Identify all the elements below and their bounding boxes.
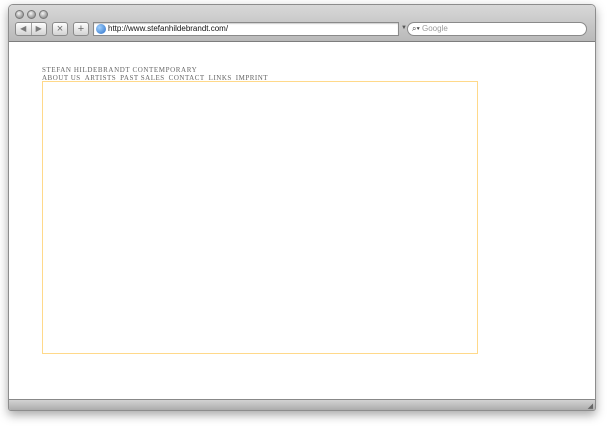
close-window-button[interactable] <box>15 10 24 19</box>
address-input[interactable]: http://www.stefanhildebrandt.com/ <box>108 23 228 35</box>
zoom-window-button[interactable] <box>39 10 48 19</box>
content-frame <box>42 81 478 354</box>
address-bar[interactable]: http://www.stefanhildebrandt.com/ <box>93 22 399 36</box>
stop-button[interactable]: × <box>52 22 68 36</box>
page-content: STEFAN HILDEBRANDT CONTEMPORARY ABOUT US… <box>9 42 595 399</box>
browser-toolbar: ◀ ▶ × + http://www.stefanhildebrandt.com… <box>9 5 595 42</box>
site-title[interactable]: STEFAN HILDEBRANDT CONTEMPORARY <box>42 66 197 74</box>
search-placeholder: Google <box>422 24 448 33</box>
magnifier-icon[interactable]: ⌕▾ <box>412 23 420 35</box>
back-forward-buttons: ◀ ▶ <box>15 22 47 36</box>
browser-window: ◀ ▶ × + http://www.stefanhildebrandt.com… <box>8 4 596 411</box>
plus-icon: + <box>77 23 85 35</box>
forward-arrow-icon[interactable]: ▶ <box>30 23 47 35</box>
resize-grip-icon[interactable]: ◢ <box>588 402 593 410</box>
close-icon: × <box>56 23 64 35</box>
search-field[interactable]: ⌕▾ Google <box>407 22 587 36</box>
minimize-window-button[interactable] <box>27 10 36 19</box>
status-bar: ◢ <box>9 399 595 410</box>
globe-icon <box>96 24 106 34</box>
back-arrow-icon[interactable]: ◀ <box>16 23 31 35</box>
add-bookmark-button[interactable]: + <box>73 22 89 36</box>
